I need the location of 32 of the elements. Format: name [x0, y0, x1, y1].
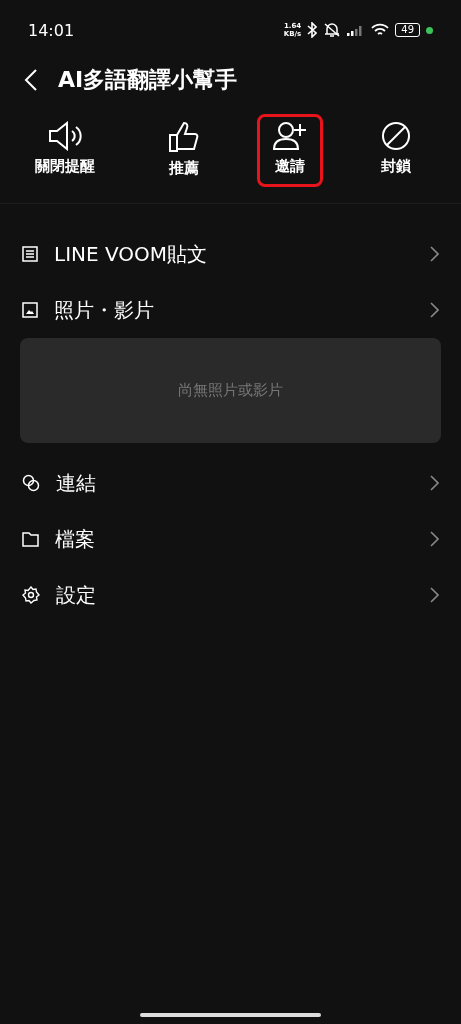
chevron-icon: [430, 531, 439, 547]
chevron-icon: [430, 246, 439, 262]
chevron-icon: [430, 302, 439, 318]
document-icon: [22, 246, 38, 262]
action-button[interactable]: 邀請: [256, 114, 323, 187]
status-dot: [426, 26, 433, 34]
image-icon: [22, 302, 38, 318]
empty-message: 尚無照片或影片: [178, 381, 283, 400]
muted-bell-icon: [323, 22, 342, 38]
menu-item[interactable]: 連結: [0, 455, 461, 511]
bluetooth-icon: [307, 22, 318, 38]
menu-item[interactable]: LINE VOOM貼文: [0, 226, 461, 282]
speaker-icon: [48, 121, 83, 151]
link-icon: [22, 474, 40, 492]
action-button[interactable]: 封鎖: [349, 114, 442, 187]
menu-item[interactable]: 設定: [0, 567, 461, 623]
thumbs-up-icon: [168, 121, 201, 153]
action-button[interactable]: 關閉提醒: [19, 114, 112, 187]
menu-item[interactable]: 檔案: [0, 511, 461, 567]
chevron-icon: [430, 475, 439, 491]
folder-icon: [22, 531, 39, 547]
wifi-icon: [371, 23, 390, 37]
menu-item[interactable]: 照片・影片: [0, 282, 461, 338]
chat-title: AI多語翻譯小幫手: [58, 66, 238, 94]
action-button[interactable]: 推薦: [138, 114, 231, 187]
settings-icon: [22, 586, 40, 604]
add-person-icon: [272, 121, 307, 151]
block-icon: [380, 121, 411, 151]
status-time: 14:01: [28, 20, 75, 40]
back-icon[interactable]: [24, 68, 38, 92]
chevron-icon: [430, 587, 439, 603]
battery-indicator: 49: [395, 23, 420, 37]
